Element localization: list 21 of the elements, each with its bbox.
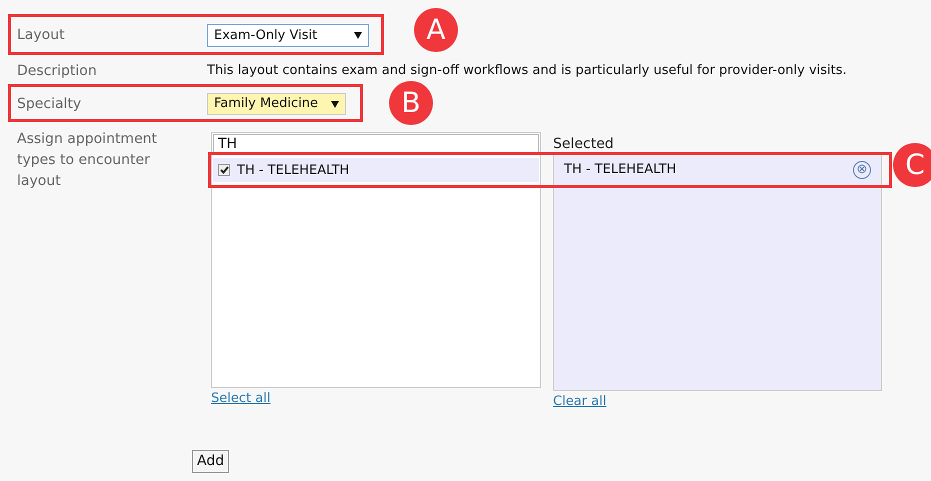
selected-item: TH - TELEHEALTH [564,160,676,179]
select-all-link[interactable]: Select all [211,389,270,408]
panel-heading: Selected [553,135,615,154]
checkbox[interactable] [218,164,230,176]
remove-button[interactable]: ⊗ [853,160,871,178]
description-text: This layout contains exam and sign-off workflows and is particularly useful for provider-only visits. [207,62,847,80]
field-label: Specialty [17,94,82,114]
search-field[interactable]: TH [213,134,539,154]
caret-icon [331,100,339,108]
dropdown[interactable]: Family Medicine [207,93,346,115]
clear-all-link[interactable]: Clear all [553,392,606,412]
field-label: Layout [17,26,66,45]
dropdown[interactable]: Exam-Only Visit [207,24,369,47]
callout-badge: C [893,143,931,187]
callout-badge: A [414,8,458,52]
caret-icon [354,32,362,39]
field-label: Description [17,62,98,80]
option-row[interactable]: TH - TELEHEALTH [213,158,539,182]
add-button[interactable]: Add [192,450,230,473]
callout-badge: B [389,81,433,125]
field-label: Assign appointment types to encounter layout [17,130,158,191]
